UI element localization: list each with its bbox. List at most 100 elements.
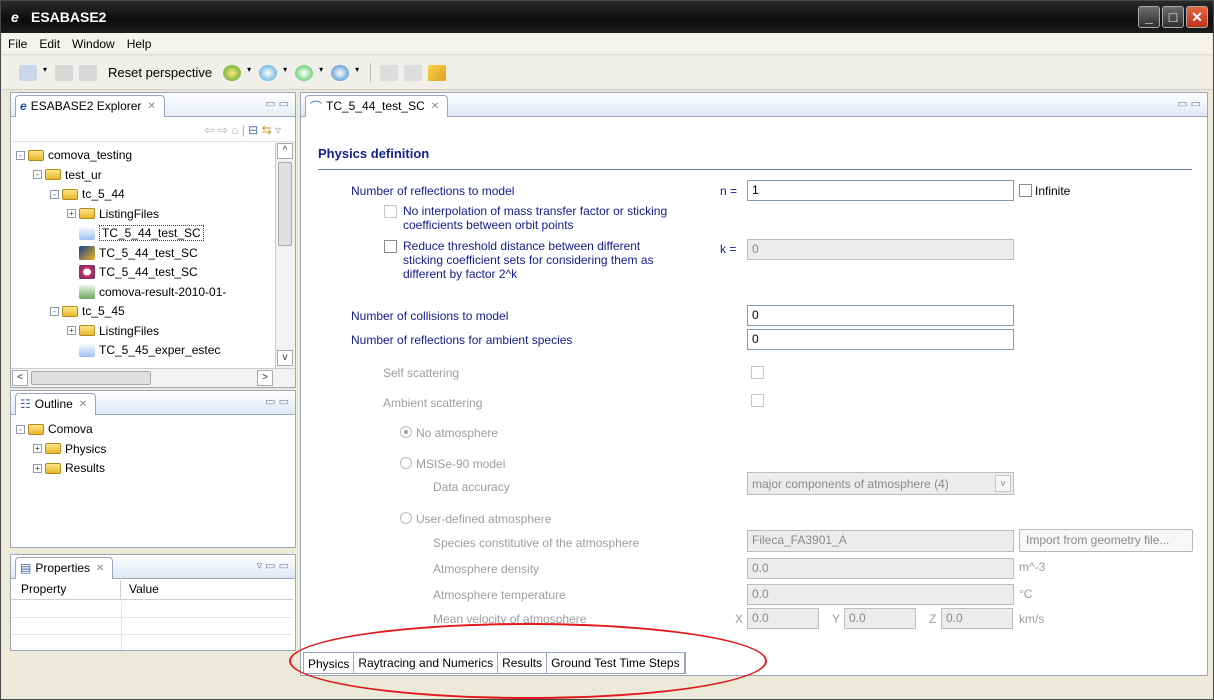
orbit-file-icon: [79, 265, 95, 279]
collapse-icon[interactable]: -: [50, 306, 59, 316]
next-edit-icon[interactable]: [404, 64, 423, 81]
n-input[interactable]: 1: [747, 180, 1014, 201]
self-scattering-checkbox[interactable]: [751, 366, 764, 379]
back-icon[interactable]: ⇦: [204, 123, 214, 137]
hscroll-thumb[interactable]: [31, 371, 151, 385]
run-raytrace-icon[interactable]: [259, 64, 278, 81]
menu-edit[interactable]: Edit: [33, 37, 66, 51]
velocity-y-input[interactable]: 0.0: [844, 608, 916, 629]
scroll-left-button[interactable]: <: [12, 370, 28, 386]
expand-icon[interactable]: +: [33, 463, 42, 473]
collapse-icon[interactable]: -: [50, 189, 59, 199]
new-icon[interactable]: [19, 64, 37, 81]
folder-icon: [79, 208, 95, 219]
expand-icon[interactable]: +: [67, 326, 76, 335]
scroll-down-button[interactable]: v: [277, 350, 293, 366]
close-icon[interactable]: ✕: [147, 101, 155, 112]
save-all-icon[interactable]: [79, 64, 97, 81]
import-geometry-button[interactable]: Import from geometry file...: [1019, 529, 1193, 552]
velocity-x-input[interactable]: 0.0: [747, 608, 819, 629]
tab-properties[interactable]: ▤ Properties ✕: [15, 556, 114, 579]
collisions-input[interactable]: 0: [747, 305, 1014, 326]
menu-file[interactable]: File: [2, 37, 33, 51]
view-menu-minimize-maximize-icon[interactable]: ▿ ▭ ▭: [257, 559, 289, 572]
reset-perspective-button[interactable]: Reset perspective: [108, 65, 212, 80]
scroll-right-button[interactable]: >: [257, 370, 273, 386]
tab-outline[interactable]: ☷ Outline ✕: [15, 392, 97, 415]
species-input[interactable]: Fileca_FA3901_A: [747, 530, 1014, 552]
collapse-icon[interactable]: -: [16, 150, 25, 160]
outline-tree-item[interactable]: - Comova: [16, 420, 93, 438]
reduce-threshold-checkbox[interactable]: [384, 240, 397, 253]
tab-explorer[interactable]: e ESABASE2 Explorer ✕: [15, 94, 165, 117]
temperature-input[interactable]: 0.0: [747, 584, 1014, 605]
close-icon[interactable]: ✕: [431, 101, 439, 112]
explorer-tree-item[interactable]: - tc_5_45: [50, 302, 125, 320]
expand-icon[interactable]: +: [67, 209, 76, 218]
minimize-maximize-icon[interactable]: ▭ ▭: [1177, 97, 1201, 110]
menu-window[interactable]: Window: [66, 37, 121, 51]
explorer-tree-item[interactable]: - comova_testing: [16, 146, 132, 164]
tab-editor[interactable]: ⌒ TC_5_44_test_SC ✕: [305, 94, 449, 117]
close-icon[interactable]: ✕: [96, 563, 104, 574]
outline-tree-item[interactable]: + Physics: [33, 440, 106, 458]
msise-radio[interactable]: [400, 457, 412, 469]
tree-item-label: test_ur: [65, 167, 102, 182]
folder-icon: [45, 169, 61, 180]
scroll-up-button[interactable]: ^: [277, 143, 293, 159]
new-dropdown-icon[interactable]: ▾: [43, 65, 49, 81]
ambient-scattering-checkbox[interactable]: [751, 394, 764, 407]
prev-edit-icon[interactable]: [380, 64, 399, 81]
explorer-tree-item[interactable]: comova-result-2010-01-: [67, 283, 226, 301]
col-value[interactable]: Value: [121, 580, 167, 599]
explorer-vscrollbar[interactable]: ^ v: [275, 142, 295, 368]
save-icon[interactable]: [55, 64, 73, 81]
collapse-icon[interactable]: -: [16, 424, 25, 434]
close-button[interactable]: ✕: [1186, 6, 1208, 28]
col-property[interactable]: Property: [11, 580, 121, 599]
explorer-hscrollbar[interactable]: < >: [11, 368, 295, 387]
explorer-tree-item[interactable]: + ListingFiles: [67, 205, 159, 223]
close-icon[interactable]: ✕: [79, 399, 87, 410]
infinite-checkbox[interactable]: [1019, 184, 1032, 197]
minimize-button[interactable]: _: [1138, 6, 1160, 28]
run-dropdown-icon[interactable]: ▾: [247, 65, 253, 81]
explorer-tree-item[interactable]: - tc_5_44: [50, 185, 125, 203]
view-menu-icon[interactable]: ▿: [275, 123, 281, 137]
density-input[interactable]: 0.0: [747, 558, 1014, 579]
explorer-toolbar: ⇦ ⇨ ⌂ | ⊟ ⇆ ▿: [11, 118, 295, 142]
visual-dropdown-icon[interactable]: ▾: [319, 65, 325, 81]
run-results-icon[interactable]: [331, 64, 350, 81]
tool-arrow-icon[interactable]: [428, 64, 447, 81]
scroll-thumb[interactable]: [278, 162, 292, 246]
chevron-down-icon[interactable]: v: [995, 475, 1011, 492]
data-accuracy-select[interactable]: major components of atmosphere (4) v: [747, 472, 1014, 495]
outline-tree-item[interactable]: + Results: [33, 459, 105, 477]
collapse-icon[interactable]: -: [33, 170, 42, 179]
explorer-tree-item[interactable]: TC_5_44_test_SC: [67, 263, 198, 281]
run-icon[interactable]: [223, 64, 242, 81]
explorer-tree-item[interactable]: TC_5_44_test_SC: [67, 224, 204, 242]
forward-icon[interactable]: ⇨: [218, 123, 228, 137]
menu-help[interactable]: Help: [121, 37, 158, 51]
explorer-tree-item[interactable]: + ListingFiles: [67, 322, 159, 340]
collapse-all-icon[interactable]: ⊟: [248, 123, 258, 137]
expand-icon[interactable]: +: [33, 444, 42, 453]
run-visual-icon[interactable]: [295, 64, 314, 81]
explorer-tree-item[interactable]: TC_5_44_test_SC: [67, 244, 198, 262]
ambient-reflections-input[interactable]: 0: [747, 329, 1014, 350]
link-editor-icon[interactable]: ⇆: [262, 123, 272, 137]
raytrace-dropdown-icon[interactable]: ▾: [283, 65, 289, 81]
explorer-tree-item[interactable]: TC_5_45_exper_estec: [67, 341, 220, 359]
maximize-button[interactable]: □: [1162, 6, 1184, 28]
results-dropdown-icon[interactable]: ▾: [355, 65, 361, 81]
explorer-tree-item[interactable]: - test_ur: [33, 166, 102, 184]
home-icon[interactable]: ⌂: [231, 123, 238, 137]
k-input[interactable]: 0: [747, 239, 1014, 260]
no-atmosphere-radio[interactable]: [400, 426, 412, 438]
user-atmosphere-radio[interactable]: [400, 512, 412, 524]
minimize-maximize-icon[interactable]: ▭ ▭: [265, 395, 289, 408]
velocity-z-input[interactable]: 0.0: [941, 608, 1013, 629]
no-interpolation-checkbox[interactable]: [384, 205, 397, 218]
minimize-maximize-icon[interactable]: ▭ ▭: [265, 97, 289, 110]
